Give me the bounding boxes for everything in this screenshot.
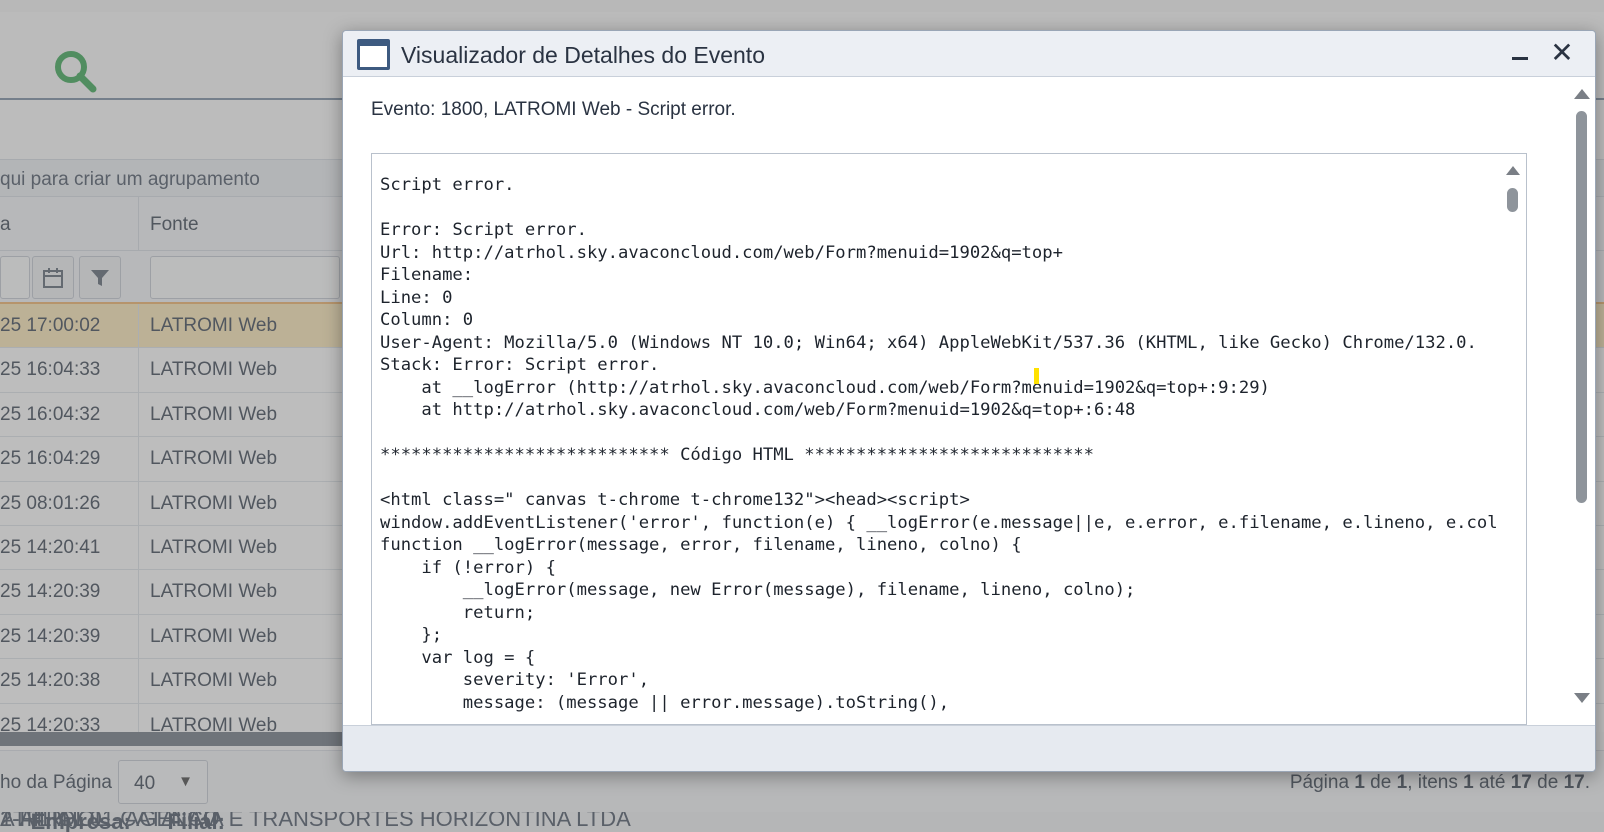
cell-date: 25 16:04:33	[0, 359, 101, 381]
status-bar: ATRHOL Empresa: 1-ATRHOL - AGENCIA E TRA…	[0, 812, 1604, 832]
code-line: var log = {	[380, 647, 536, 668]
cell-source: LATROMI Web	[150, 448, 278, 470]
text-cursor	[1034, 368, 1039, 384]
scroll-thumb[interactable]	[1576, 111, 1587, 503]
column-separator	[138, 525, 139, 570]
cell-date: 25 14:20:33	[0, 714, 101, 732]
top-strip	[0, 0, 1604, 12]
textarea-scrollbar[interactable]	[1500, 154, 1526, 724]
scroll-up-arrow-icon[interactable]	[1574, 89, 1590, 99]
cell-date: 25 08:01:26	[0, 492, 101, 514]
column-header-date[interactable]: a	[0, 214, 11, 236]
column-separator	[138, 392, 139, 437]
code-line: User-Agent: Mozilla/5.0 (Windows NT 10.0…	[380, 332, 1477, 353]
cell-source: LATROMI Web	[150, 315, 278, 336]
column-separator	[138, 481, 139, 525]
scroll-up-arrow-icon[interactable]	[1506, 166, 1520, 175]
code-line: Error: Script error.	[380, 220, 587, 240]
error-details-text: Script error. Error: Script error. Url: ht…	[380, 174, 1498, 714]
code-line: __logError(message, new Error(message), …	[380, 580, 1136, 600]
cell-source: LATROMI Web	[150, 581, 278, 603]
code-line: return;	[380, 602, 536, 623]
cell-source: LATROMI Web	[150, 670, 278, 692]
dialog-titlebar[interactable]: Visualizador de Detalhes do Evento ✕	[343, 31, 1595, 77]
paging-info: Página 1 de 1, itens 1 até 17 de 17.	[1289, 772, 1590, 793]
code-line: severity: 'Error',	[380, 670, 650, 690]
date-filter-input[interactable]	[0, 256, 30, 299]
cell-date: 25 14:20:41	[0, 536, 101, 558]
event-details-dialog: Visualizador de Detalhes do Evento ✕ Eve…	[342, 30, 1596, 772]
code-line: Url: http://atrhol.sky.avaconcloud.com/w…	[380, 242, 1063, 263]
code-line: <html class=" canvas t-chrome t-chrome13…	[380, 490, 970, 510]
cell-source: LATROMI Web	[150, 536, 278, 558]
column-separator	[138, 570, 139, 614]
code-line: if (!error) {	[380, 557, 556, 578]
search-icon[interactable]	[52, 48, 98, 94]
code-line: Script error.	[380, 175, 515, 195]
column-separator	[138, 614, 139, 659]
chevron-down-icon: ▼	[178, 773, 193, 790]
source-filter-input[interactable]	[150, 256, 340, 299]
code-line: **************************** Código HTML…	[380, 445, 1094, 465]
cell-date: 25 14:20:39	[0, 625, 101, 647]
dialog-body: Evento: 1800, LATROMI Web - Script error…	[343, 77, 1595, 725]
page-size-label: ho da Página	[0, 772, 112, 793]
cell-date: 25 16:04:32	[0, 403, 101, 425]
code-line: Line: 0	[380, 287, 453, 308]
horizontal-scrollbar[interactable]	[0, 732, 342, 746]
code-line: at http://atrhol.sky.avaconcloud.com/web…	[380, 400, 1136, 420]
column-separator	[138, 659, 139, 703]
close-button[interactable]: ✕	[1547, 37, 1577, 69]
code-line: at __logError (http://atrhol.sky.avaconc…	[380, 377, 1270, 398]
dialog-footer	[343, 725, 1595, 771]
column-separator	[138, 304, 139, 348]
cell-date: 25 14:20:38	[0, 670, 101, 692]
code-line: Column: 0	[380, 310, 474, 330]
code-line: window.addEventListener('error', functio…	[380, 512, 1498, 533]
cell-date: 25 17:00:02	[0, 315, 101, 336]
code-line: Filename:	[380, 265, 474, 285]
scroll-thumb[interactable]	[1507, 188, 1518, 212]
dialog-scrollbar[interactable]	[1567, 77, 1595, 725]
window-icon	[357, 39, 390, 70]
column-header-source[interactable]: Fonte	[150, 214, 199, 236]
page-size-select[interactable]: 40 ▼	[118, 760, 208, 804]
dialog-title: Visualizador de Detalhes do Evento	[401, 42, 765, 68]
code-line: Stack: Error: Script error.	[380, 355, 660, 375]
cell-date: 25 14:20:39	[0, 581, 101, 603]
cell-source: LATROMI Web	[150, 625, 278, 647]
group-hint: qui para criar um agrupamento	[0, 169, 260, 190]
code-line: message: (message || error.message).toSt…	[380, 692, 950, 713]
event-summary: Evento: 1800, LATROMI Web - Script error…	[371, 99, 736, 120]
cell-date: 25 16:04:29	[0, 448, 101, 470]
error-details-textarea[interactable]: Script error. Error: Script error. Url: ht…	[371, 153, 1527, 725]
column-separator	[138, 703, 139, 732]
code-line: function __logError(message, error, file…	[380, 535, 1022, 555]
filter-icon[interactable]	[79, 256, 121, 299]
minimize-button[interactable]	[1507, 43, 1533, 67]
column-separator	[138, 348, 139, 392]
page-size-value: 40	[134, 773, 156, 794]
cell-source: LATROMI Web	[150, 359, 278, 381]
scroll-down-arrow-icon[interactable]	[1574, 693, 1590, 703]
column-separator	[138, 437, 139, 481]
cell-source: LATROMI Web	[150, 403, 278, 425]
cell-source: LATROMI Web	[150, 492, 278, 514]
code-line: };	[380, 625, 443, 645]
column-separator	[138, 197, 139, 251]
cell-source: LATROMI Web	[150, 714, 278, 732]
calendar-icon[interactable]	[32, 256, 74, 299]
